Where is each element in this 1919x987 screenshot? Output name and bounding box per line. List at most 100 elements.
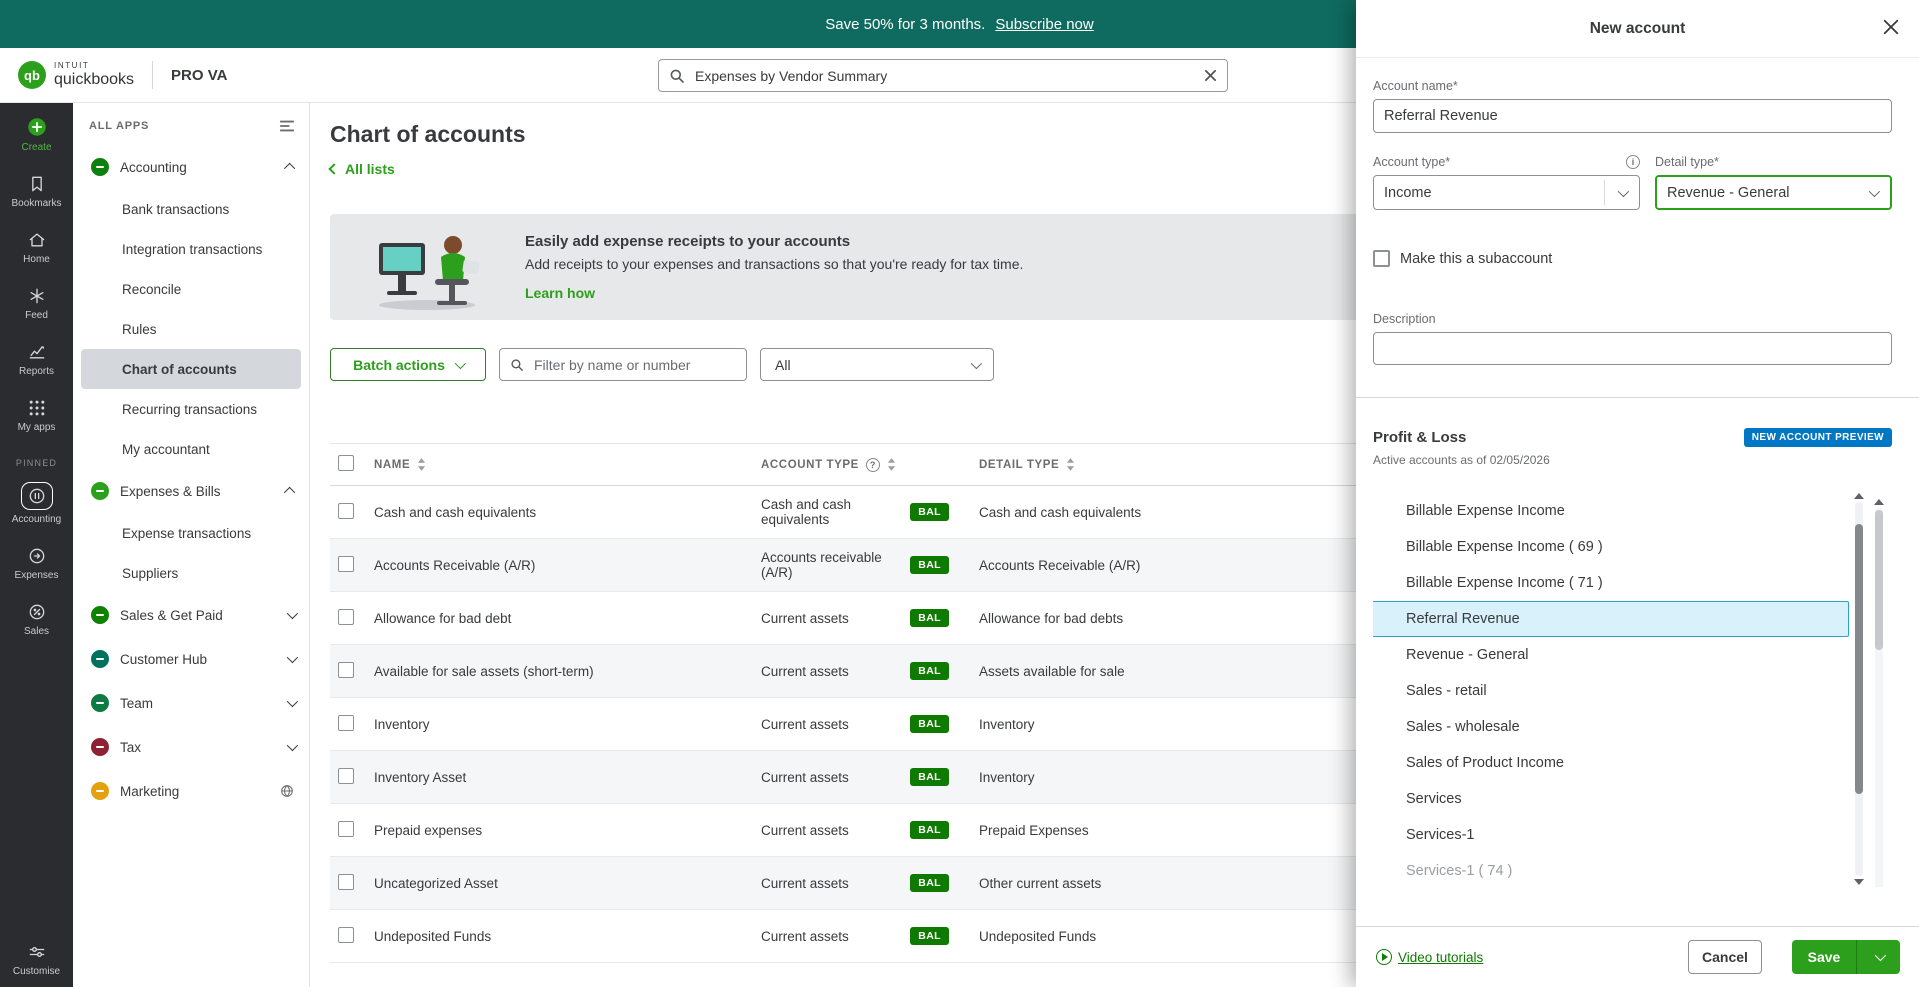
filter-field[interactable] — [499, 348, 747, 381]
search-input[interactable] — [693, 66, 1196, 85]
rail-item-my-apps[interactable]: My apps — [0, 398, 73, 433]
nav-item-expense-transactions[interactable]: Expense transactions — [73, 513, 309, 553]
nav-section-marketing[interactable]: Marketing — [73, 769, 309, 813]
preview-subtitle: Active accounts as of 02/05/2026 — [1373, 453, 1550, 467]
nav-section-tax[interactable]: Tax — [73, 725, 309, 769]
type-filter-select[interactable]: All — [760, 348, 994, 381]
detail-type-select[interactable]: Revenue - General — [1655, 175, 1892, 210]
filter-input[interactable] — [532, 355, 736, 374]
cancel-button[interactable]: Cancel — [1688, 940, 1762, 974]
reports-icon — [29, 346, 44, 359]
play-icon — [1376, 949, 1392, 965]
nav-item-reconcile[interactable]: Reconcile — [73, 269, 309, 309]
collapse-nav-button[interactable] — [279, 119, 295, 133]
drawer-scrollbar[interactable] — [1874, 499, 1884, 887]
column-header-account-type[interactable]: ACCOUNT TYPE ? — [761, 457, 979, 472]
preview-list-item[interactable]: Sales - wholesale — [1373, 709, 1849, 745]
row-checkbox[interactable] — [338, 502, 354, 519]
subscribe-now-link[interactable]: Subscribe now — [995, 16, 1093, 33]
info-icon[interactable]: i — [1626, 155, 1640, 169]
nav-item-integration-transactions[interactable]: Integration transactions — [73, 229, 309, 269]
nav-section-expenses-bills[interactable]: Expenses & Bills — [73, 469, 309, 513]
row-checkbox[interactable] — [338, 820, 354, 837]
row-checkbox[interactable] — [338, 714, 354, 731]
preview-list-item[interactable]: Billable Expense Income — [1373, 493, 1849, 529]
nav-item-chart-of-accounts[interactable]: Chart of accounts — [81, 349, 301, 389]
preview-list-item[interactable]: Services-1 ( 74 ) — [1373, 853, 1849, 887]
account-name-input[interactable] — [1373, 99, 1892, 133]
nav-section-sales-get-paid[interactable]: Sales & Get Paid — [73, 593, 309, 637]
select-all-checkbox[interactable] — [338, 455, 354, 471]
bal-badge: BAL — [910, 556, 949, 574]
scroll-down-arrow-icon[interactable] — [1854, 879, 1864, 885]
preview-list-item[interactable]: Billable Expense Income ( 69 ) — [1373, 529, 1849, 565]
account-name-cell: Allowance for bad debt — [374, 610, 512, 626]
save-button[interactable]: Save — [1792, 940, 1856, 974]
row-checkbox[interactable] — [338, 608, 354, 625]
nav-section-team[interactable]: Team — [73, 681, 309, 725]
team-app-icon — [91, 694, 109, 712]
scroll-up-arrow-icon[interactable] — [1854, 493, 1864, 499]
account-name-cell: Available for sale assets (short-term) — [374, 663, 594, 679]
scroll-up-arrow-icon[interactable] — [1874, 499, 1884, 505]
row-checkbox[interactable] — [338, 555, 354, 572]
chevron-down-icon — [1874, 949, 1886, 962]
account-type-select[interactable]: Income — [1373, 175, 1640, 210]
batch-actions-button[interactable]: Batch actions — [330, 348, 486, 381]
account-name-label: Account name* — [1373, 79, 1458, 93]
row-checkbox[interactable] — [338, 661, 354, 678]
global-search[interactable] — [658, 59, 1228, 92]
preview-list-item[interactable]: Revenue - General — [1373, 637, 1849, 673]
subaccount-option[interactable]: Make this a subaccount — [1373, 250, 1892, 267]
rail-item-reports[interactable]: Reports — [0, 342, 73, 377]
nav-item-recurring-transactions[interactable]: Recurring transactions — [73, 389, 309, 429]
scrollbar-thumb[interactable] — [1875, 510, 1883, 650]
scrollbar-thumb[interactable] — [1855, 524, 1863, 794]
rail-item-customise[interactable]: Customise — [0, 942, 73, 977]
chevron-down-icon — [286, 651, 299, 664]
clear-search-button[interactable] — [1204, 69, 1217, 82]
all-lists-link[interactable]: All lists — [328, 161, 395, 177]
column-header-name[interactable]: NAME — [374, 458, 761, 471]
account-name-cell: Prepaid expenses — [374, 822, 483, 838]
nav-section-customer-hub[interactable]: Customer Hub — [73, 637, 309, 681]
rail-item-sales[interactable]: Sales — [0, 602, 73, 637]
help-icon[interactable]: ? — [865, 457, 880, 472]
learn-how-link[interactable]: Learn how — [525, 285, 595, 301]
rail-item-bookmarks[interactable]: Bookmarks — [0, 174, 73, 209]
sort-icon — [1067, 458, 1075, 471]
row-checkbox[interactable] — [338, 926, 354, 943]
rail-item-create[interactable]: Create — [0, 116, 73, 153]
nav-item-my-accountant[interactable]: My accountant — [73, 429, 309, 469]
preview-list-item[interactable]: Services-1 — [1373, 817, 1849, 853]
subaccount-checkbox[interactable] — [1373, 250, 1390, 267]
list-scrollbar[interactable] — [1854, 493, 1864, 885]
description-input[interactable] — [1373, 332, 1892, 365]
row-checkbox[interactable] — [338, 873, 354, 890]
quickbooks-logo[interactable]: qb INTUIT quickbooks — [0, 61, 134, 89]
close-drawer-button[interactable] — [1883, 19, 1899, 35]
intuit-wordmark: INTUIT — [54, 61, 90, 70]
nav-section-accounting[interactable]: Accounting — [73, 145, 309, 189]
preview-list-item[interactable]: Billable Expense Income ( 71 ) — [1373, 565, 1849, 601]
nav-item-bank-transactions[interactable]: Bank transactions — [73, 189, 309, 229]
preview-list-item[interactable]: Sales of Product Income — [1373, 745, 1849, 781]
video-tutorials-link[interactable]: Video tutorials — [1376, 949, 1483, 965]
nav-item-suppliers[interactable]: Suppliers — [73, 553, 309, 593]
rail-item-feed[interactable]: Feed — [0, 286, 73, 321]
save-options-button[interactable] — [1856, 940, 1900, 974]
marketing-app-icon — [91, 782, 109, 800]
rail-item-accounting[interactable]: Accounting — [0, 482, 73, 525]
account-type-cell: Cash and cash equivalents — [761, 497, 852, 527]
chevron-down-icon — [970, 357, 983, 369]
preview-list-item[interactable]: Services — [1373, 781, 1849, 817]
row-checkbox[interactable] — [338, 767, 354, 784]
preview-list-item-selected[interactable]: Referral Revenue — [1373, 601, 1849, 637]
chevron-left-icon — [328, 163, 340, 175]
nav-item-rules[interactable]: Rules — [73, 309, 309, 349]
quickbooks-logo-icon: qb — [18, 61, 46, 89]
rail-item-home[interactable]: Home — [0, 230, 73, 265]
rail-item-expenses[interactable]: Expenses — [0, 546, 73, 581]
search-icon — [670, 69, 684, 83]
preview-list-item[interactable]: Sales - retail — [1373, 673, 1849, 709]
